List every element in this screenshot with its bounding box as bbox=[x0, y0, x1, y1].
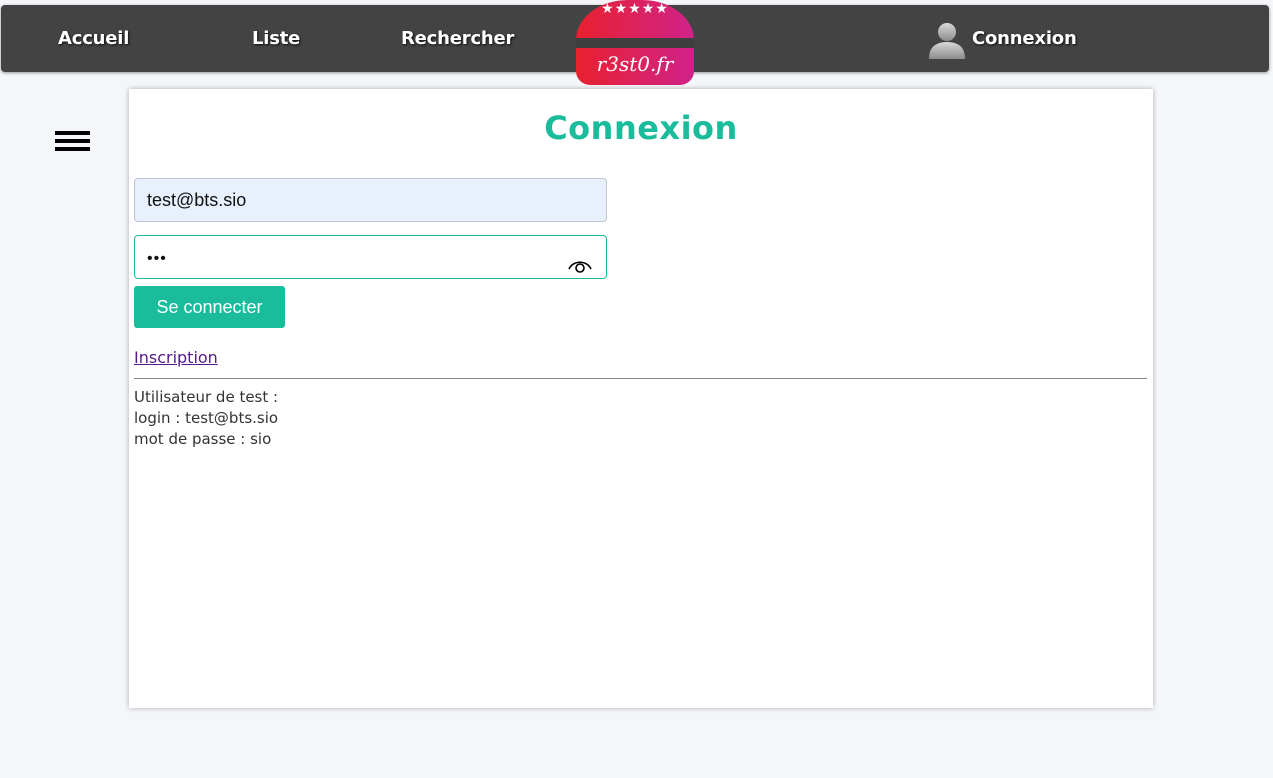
register-link[interactable]: Inscription bbox=[134, 348, 218, 367]
hamburger-menu-icon[interactable] bbox=[55, 131, 90, 153]
divider bbox=[134, 378, 1147, 379]
test-info-line-2: login : test@bts.sio bbox=[134, 409, 279, 427]
nav-search-link[interactable]: Rechercher bbox=[401, 5, 514, 72]
password-value: ••• bbox=[147, 250, 167, 267]
test-user-info: Utilisateur de test : login : test@bts.s… bbox=[134, 387, 278, 450]
eye-icon[interactable] bbox=[568, 248, 592, 290]
nav-login-label: Connexion bbox=[972, 27, 1077, 49]
user-avatar-icon bbox=[927, 19, 967, 59]
nav-list-link[interactable]: Liste bbox=[252, 5, 300, 72]
nav-login-link[interactable]: Connexion bbox=[927, 5, 1077, 72]
logo-band bbox=[576, 38, 694, 48]
page-title: Connexion bbox=[544, 109, 738, 147]
site-logo[interactable]: ★★★★★ r3st0.fr bbox=[576, 0, 694, 85]
logo-text: r3st0.fr bbox=[596, 52, 674, 76]
login-panel: Connexion test@bts.sio ••• Se connecter … bbox=[129, 89, 1153, 708]
test-info-line-3: mot de passe : sio bbox=[134, 430, 272, 448]
nav-home-link[interactable]: Accueil bbox=[58, 5, 129, 72]
password-field[interactable]: ••• bbox=[134, 235, 607, 279]
logo-stars: ★★★★★ bbox=[601, 1, 669, 17]
login-submit-button[interactable]: Se connecter bbox=[134, 286, 285, 328]
email-field[interactable]: test@bts.sio bbox=[134, 178, 607, 222]
test-info-line-1: Utilisateur de test : bbox=[134, 388, 279, 406]
